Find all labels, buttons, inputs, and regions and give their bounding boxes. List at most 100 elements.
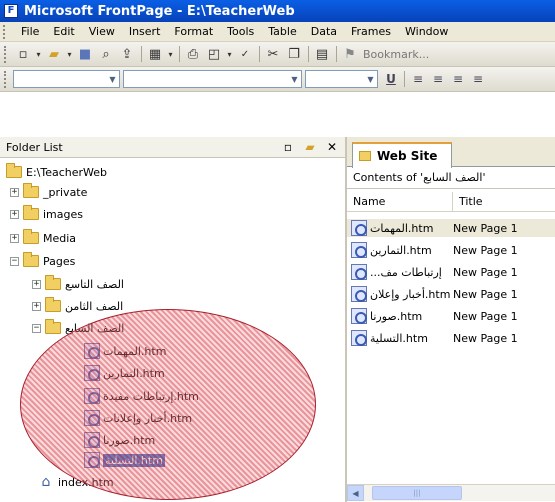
expand-icon[interactable]: + [10, 209, 19, 219]
expand-icon[interactable]: + [32, 301, 41, 311]
tree-file-6[interactable]: التسلية.htm [84, 451, 165, 469]
tree-file-3[interactable]: إرتباطات مفيدة.htm [84, 387, 199, 405]
menu-format[interactable]: Format [167, 25, 220, 38]
dropdown-arrow-icon[interactable]: ▾ [166, 44, 175, 64]
toolbar-grip[interactable] [4, 70, 8, 88]
align-center-icon[interactable]: ≡ [428, 69, 448, 89]
tree-item-label: الصف السابع [65, 321, 125, 335]
row-title: New Page 1 [453, 243, 518, 257]
toolbar-grip[interactable] [4, 45, 8, 63]
horizontal-scrollbar[interactable]: ◀ ||| [347, 484, 555, 501]
folder-icon [23, 183, 39, 198]
home-page-icon: ⌂ [41, 474, 51, 490]
underline-icon[interactable]: U [381, 69, 401, 89]
tree-file-5[interactable]: صورنا.htm [84, 431, 155, 449]
tree-item-private[interactable]: + _private [10, 183, 87, 201]
expand-icon[interactable]: + [10, 187, 19, 197]
folder-icon [45, 275, 61, 290]
align-left-icon[interactable]: ≡ [408, 69, 428, 89]
folder-icon [45, 297, 61, 312]
collapse-icon[interactable]: − [10, 256, 19, 266]
search-icon[interactable]: ⌕ [96, 44, 116, 64]
title-bar: F Microsoft FrontPage - E:\TeacherWeb [0, 0, 555, 22]
tree-file-2[interactable]: التمارين.htm [84, 364, 165, 382]
row-name: صورنا.htm [370, 309, 423, 323]
scroll-left-icon[interactable]: ◀ [347, 485, 364, 501]
tree-root[interactable]: E:\TeacherWeb [6, 163, 107, 181]
bookmark-button[interactable]: Bookmark... [363, 48, 429, 61]
menu-insert[interactable]: Insert [122, 25, 168, 38]
print-icon[interactable]: ⎙ [183, 44, 203, 64]
menubar-grip[interactable] [3, 24, 11, 39]
list-row[interactable]: التسلية.htm New Page 1 [347, 329, 555, 347]
close-icon[interactable]: ✕ [323, 139, 341, 155]
tree-root-label: E:\TeacherWeb [26, 165, 108, 179]
dropdown-arrow-icon[interactable]: ▼ [288, 71, 301, 87]
menu-data[interactable]: Data [304, 25, 344, 38]
menu-edit[interactable]: Edit [46, 25, 81, 38]
new-folder-icon[interactable]: ▰ [301, 139, 319, 155]
row-title: New Page 1 [453, 287, 518, 301]
new-page-icon[interactable]: ▫ [279, 139, 297, 155]
folder-icon [23, 205, 39, 220]
tree-item-pages[interactable]: − Pages [10, 252, 75, 270]
tree-item-index[interactable]: ⌂ index.htm [38, 473, 114, 491]
font-dropdown[interactable]: ▼ [123, 70, 302, 88]
publish-icon[interactable]: ⇪ [117, 44, 137, 64]
spelling-icon[interactable]: ✓ [235, 44, 255, 64]
tab-strip: Web Site [347, 137, 555, 168]
tree-item-grade9[interactable]: + الصف التاسع [32, 275, 124, 293]
save-icon[interactable]: ■ [75, 44, 95, 64]
tree-item-label: _private [43, 185, 88, 199]
tree-file-4[interactable]: أخبار وإعلانات.htm [84, 409, 192, 427]
menu-file[interactable]: File [14, 25, 46, 38]
open-folder-icon[interactable]: ▰ [44, 44, 64, 64]
list-row[interactable]: التمارين.htm New Page 1 [347, 241, 555, 259]
dropdown-arrow-icon[interactable]: ▾ [65, 44, 74, 64]
dropdown-arrow-icon[interactable]: ▾ [34, 44, 43, 64]
row-name: التمارين.htm [370, 243, 432, 257]
collapse-icon[interactable]: − [32, 323, 41, 333]
list-row[interactable]: صورنا.htm New Page 1 [347, 307, 555, 325]
tree-item-images[interactable]: + images [10, 205, 83, 223]
font-size-dropdown[interactable]: ▼ [305, 70, 378, 88]
toggle-pane-icon[interactable]: ▦ [145, 44, 165, 64]
dropdown-arrow-icon[interactable]: ▾ [225, 44, 234, 64]
tree-file-1[interactable]: المهمات.htm [84, 342, 166, 360]
table-icon[interactable]: ▤ [312, 44, 332, 64]
tree-item-media[interactable]: + Media [10, 229, 76, 247]
expand-icon[interactable]: + [32, 279, 41, 289]
tree-item-grade7[interactable]: − الصف السابع [32, 319, 124, 337]
justify-icon[interactable]: ≡ [468, 69, 488, 89]
preview-icon[interactable]: ◰ [204, 44, 224, 64]
new-page-icon[interactable]: ▫ [13, 44, 33, 64]
scroll-thumb[interactable]: ||| [372, 486, 462, 500]
tree-item-grade8[interactable]: + الصف الثامن [32, 297, 123, 315]
column-header-title[interactable]: Title [453, 192, 555, 212]
style-dropdown[interactable]: ▼ [13, 70, 120, 88]
bookmark-icon[interactable]: ⚑ [340, 44, 360, 64]
menu-tools[interactable]: Tools [220, 25, 261, 38]
list-row[interactable]: ...إرتباطات مف New Page 1 [347, 263, 555, 281]
tab-web-site[interactable]: Web Site [352, 142, 452, 168]
menu-table[interactable]: Table [261, 25, 303, 38]
align-right-icon[interactable]: ≡ [448, 69, 468, 89]
tree-item-label: Media [43, 231, 77, 245]
toolbar-separator [179, 46, 180, 62]
copy-icon[interactable]: ❐ [284, 44, 304, 64]
toolbar-separator [308, 46, 309, 62]
expand-icon[interactable]: + [10, 233, 19, 243]
menu-window[interactable]: Window [398, 25, 455, 38]
tree-file-label-selected: التسلية.htm [103, 453, 165, 467]
menu-view[interactable]: View [82, 25, 122, 38]
dropdown-arrow-icon[interactable]: ▼ [364, 71, 377, 87]
column-header-name[interactable]: Name [347, 191, 453, 212]
list-row[interactable]: المهمات.htm New Page 1 [347, 219, 555, 237]
dropdown-arrow-icon[interactable]: ▼ [106, 71, 119, 87]
cut-icon[interactable]: ✂ [263, 44, 283, 64]
web-page-icon [84, 432, 100, 448]
menu-frames[interactable]: Frames [344, 25, 398, 38]
list-row[interactable]: أخبار وإعلان.htm New Page 1 [347, 285, 555, 303]
frontpage-app-icon[interactable]: F [4, 4, 18, 18]
tree-file-label: index.htm [58, 475, 114, 489]
